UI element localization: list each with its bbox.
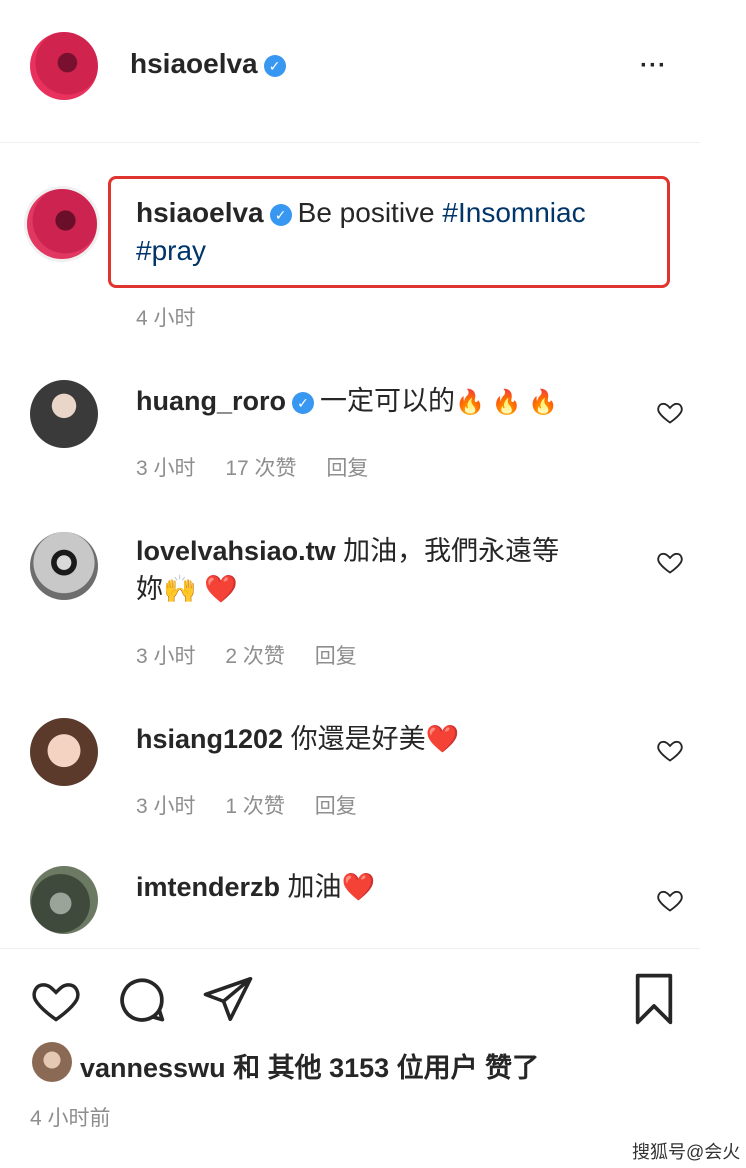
likes-summary[interactable]: vannesswu 和 其他 3153 位用户 赞了 [80, 1046, 539, 1085]
like-heart-icon[interactable] [28, 974, 84, 1026]
reply-button[interactable]: 回复 [326, 457, 368, 480]
header-divider [0, 142, 700, 143]
heart-emoji-icon: ❤️ [341, 872, 376, 902]
hashtag-pray[interactable]: #pray [136, 235, 206, 266]
caption-avatar[interactable] [24, 186, 100, 262]
comment-meta-1: 3 小时 17 次赞 回复 [136, 452, 368, 482]
comment-avatar-hsiang1202[interactable] [30, 718, 98, 786]
watermark-text: 搜狐号@会火 [632, 1142, 741, 1162]
header-username[interactable]: hsiaoelva [130, 48, 258, 79]
more-horizontal-icon[interactable]: ··· [640, 52, 667, 80]
comment-meta-3: 3 小时 1 次赞 回复 [136, 790, 357, 820]
comment-username[interactable]: hsiang1202 [136, 724, 283, 754]
comment-avatar-lovelvahsiao[interactable] [30, 532, 98, 600]
comment-likes[interactable]: 17 次赞 [225, 457, 296, 480]
post-timestamp: 4 小时前 [30, 1107, 111, 1130]
hashtag-insomniac[interactable]: #Insomniac [442, 197, 585, 228]
liker-username[interactable]: vannesswu [80, 1053, 226, 1083]
comment-meta-2: 3 小时 2 次赞 回复 [136, 640, 357, 670]
header-avatar[interactable] [30, 32, 98, 100]
like-heart-icon[interactable] [656, 886, 684, 914]
comment-text-2: 妳 [136, 574, 163, 604]
comment-bubble-icon[interactable] [114, 972, 170, 1028]
comment-text: 加油 [287, 872, 342, 902]
share-send-icon[interactable] [200, 972, 256, 1026]
like-heart-icon[interactable] [656, 398, 684, 426]
comment-username[interactable]: imtenderzb [136, 872, 280, 902]
verified-badge-icon: ✓ [263, 54, 286, 77]
verified-badge-icon: ✓ [269, 203, 292, 226]
heart-emoji-icon: ❤️ [425, 724, 460, 754]
comment-body-3: hsiang1202 你還是好美❤️ [136, 720, 636, 758]
like-heart-icon[interactable] [656, 548, 684, 576]
fire-emoji-icon: 🔥 🔥 🔥 [455, 389, 558, 416]
comment-text: 加油，我們永遠等 [343, 536, 560, 566]
comment-body-2: lovelvahsiao.tw 加油，我們永遠等 妳🙌 ❤️ [136, 532, 636, 608]
like-heart-icon[interactable] [656, 736, 684, 764]
liker-avatar[interactable] [32, 1042, 72, 1082]
comment-time: 3 小时 [136, 457, 196, 480]
caption-time: 4 小时 [136, 307, 196, 330]
caption-username[interactable]: hsiaoelva [136, 197, 264, 228]
header-username-row[interactable]: hsiaoelva ✓ [130, 48, 292, 80]
likes-count-text: 和 其他 3153 位用户 赞了 [233, 1053, 540, 1083]
comment-username[interactable]: huang_roro [136, 386, 286, 416]
comment-text: 一定可以的 [320, 386, 456, 416]
actions-divider [0, 948, 700, 949]
comment-time: 3 小时 [136, 795, 196, 818]
comment-likes[interactable]: 2 次赞 [225, 645, 285, 668]
comment-username[interactable]: lovelvahsiao.tw [136, 536, 336, 566]
comment-body-1: huang_roro ✓ 一定可以的🔥 🔥 🔥 [136, 382, 636, 422]
comment-body-4: imtenderzb 加油❤️ [136, 868, 636, 906]
verified-badge-icon: ✓ [292, 391, 315, 414]
bookmark-save-icon[interactable] [626, 970, 682, 1028]
comment-text: 你還是好美 [290, 724, 426, 754]
comment-likes[interactable]: 1 次赞 [225, 795, 285, 818]
reply-button[interactable]: 回复 [315, 645, 357, 668]
comment-avatar-huang-roro[interactable] [30, 380, 98, 448]
comment-avatar-imtenderzb[interactable] [30, 866, 98, 934]
caption-body: Be positive [297, 197, 435, 228]
reply-button[interactable]: 回复 [315, 795, 357, 818]
comment-time: 3 小时 [136, 645, 196, 668]
caption-text: hsiaoelva ✓ Be positive #Insomniac #pray [136, 194, 656, 270]
emoji-icon: 🙌 ❤️ [163, 574, 238, 604]
